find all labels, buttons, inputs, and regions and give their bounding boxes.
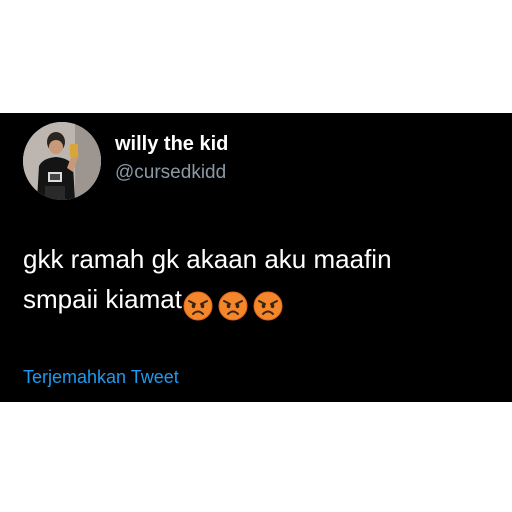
translate-tweet-link[interactable]: Terjemahkan Tweet bbox=[23, 366, 179, 388]
angry-face-icon bbox=[218, 291, 248, 321]
tweet-text: gkk ramah gk akaan aku maafin smpaii kia… bbox=[23, 239, 493, 324]
display-name[interactable]: willy the kid bbox=[115, 132, 228, 156]
tweet-text-fragment: smpaii kiamat bbox=[23, 284, 182, 314]
tweet-text-line: gkk ramah gk akaan aku maafin bbox=[23, 244, 392, 274]
angry-face-icon bbox=[253, 291, 283, 321]
user-handle[interactable]: @cursedkidd bbox=[115, 161, 226, 185]
screenshot-frame: willy the kid @cursedkidd gkk ramah gk a… bbox=[0, 0, 512, 512]
angry-face-icon bbox=[183, 291, 213, 321]
avatar[interactable] bbox=[23, 122, 101, 200]
emoji-group bbox=[183, 284, 288, 324]
avatar-photo-icon bbox=[23, 122, 101, 200]
tweet-text-line: smpaii kiamat bbox=[23, 279, 493, 324]
tweet-card: willy the kid @cursedkidd gkk ramah gk a… bbox=[0, 113, 512, 402]
